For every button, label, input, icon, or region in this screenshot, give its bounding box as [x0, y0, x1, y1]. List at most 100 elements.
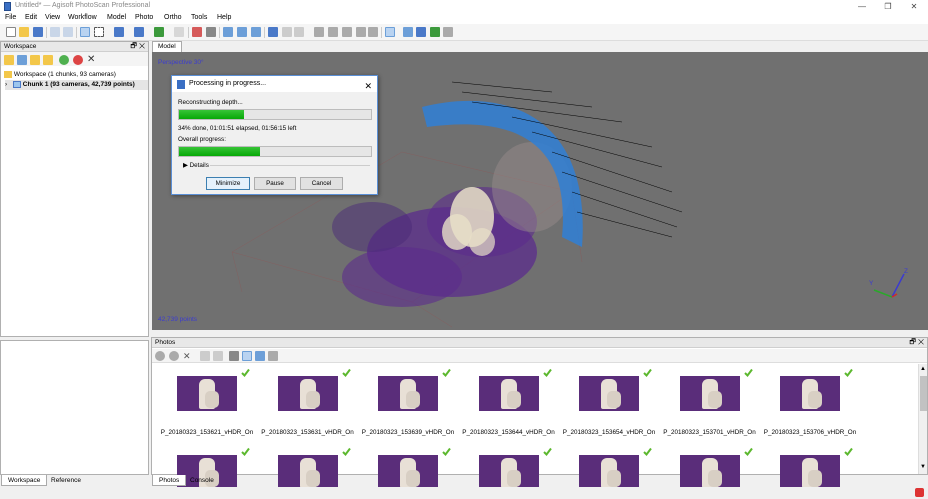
workspace-root-item[interactable]: Workspace (1 chunks, 93 cameras) [4, 70, 116, 80]
filter-by-markers-icon[interactable] [255, 351, 265, 361]
show-region-icon[interactable] [416, 27, 426, 37]
panel-float-close-icon[interactable]: 🗗 ✕ [909, 338, 924, 348]
dense-cloud-icon[interactable] [282, 27, 292, 37]
chunk-icon [12, 80, 21, 88]
axis-z-label: Z [904, 268, 908, 275]
add-photos-icon[interactable] [17, 55, 27, 65]
photo-thumbnail[interactable] [378, 455, 438, 490]
open-folder-icon[interactable] [19, 27, 29, 37]
minimize-window-button[interactable]: — [848, 0, 876, 13]
tab-photos[interactable]: Photos [152, 475, 187, 486]
save-icon[interactable] [33, 27, 43, 37]
textured-model-icon[interactable] [342, 27, 352, 37]
disable-icon[interactable] [73, 55, 83, 65]
zoom-in-icon[interactable] [223, 27, 233, 37]
navigation-icon[interactable] [80, 27, 90, 37]
menu-ortho[interactable]: Ortho [164, 14, 182, 21]
minimize-button[interactable]: Minimize [206, 177, 250, 190]
photo-label: P_20180323_153654_vHDR_On [562, 429, 656, 436]
add-folder-icon[interactable] [30, 55, 40, 65]
overall-progress-fill [179, 147, 260, 156]
photo-thumbnail[interactable] [679, 455, 740, 490]
photo-thumbnail[interactable] [780, 455, 840, 490]
notification-icon[interactable] [915, 488, 924, 497]
menu-file[interactable]: File [5, 14, 16, 21]
close-icon[interactable]: ✕ [364, 78, 372, 94]
menu-model[interactable]: Model [107, 14, 126, 21]
photo-thumbnail[interactable] [679, 376, 740, 411]
remove-icon[interactable]: ✕ [87, 55, 97, 65]
point-cloud-icon[interactable] [268, 27, 278, 37]
scroll-thumb[interactable] [920, 376, 927, 411]
view-mode-icon[interactable] [268, 351, 278, 361]
photo-thumbnail[interactable] [378, 376, 438, 411]
new-file-icon[interactable] [6, 27, 16, 37]
tab-model[interactable]: Model [152, 41, 182, 52]
workspace-panel-title: Workspace [4, 43, 37, 50]
aligned-check-icon [542, 447, 552, 457]
zoom-out-icon[interactable] [237, 27, 247, 37]
rotate-right-icon[interactable] [213, 351, 223, 361]
photo-thumbnail[interactable] [579, 376, 639, 411]
tab-reference[interactable]: Reference [45, 475, 87, 486]
menu-view[interactable]: View [45, 14, 60, 21]
crop-selection-icon[interactable] [206, 27, 216, 37]
add-chunk-icon[interactable] [4, 55, 14, 65]
details-toggle[interactable]: ▶ Details [183, 162, 209, 169]
expand-arrow-icon[interactable]: › [5, 81, 7, 88]
eraser-icon[interactable] [174, 27, 184, 37]
reset-view-icon[interactable] [251, 27, 261, 37]
redo-icon[interactable] [63, 27, 73, 37]
menu-help[interactable]: Help [217, 14, 231, 21]
rotate-object-icon[interactable] [134, 27, 144, 37]
chunk-item[interactable]: › Chunk 1 (93 cameras, 42,739 points) [5, 80, 148, 90]
show-info-icon[interactable] [443, 27, 453, 37]
rotate-left-icon[interactable] [200, 351, 210, 361]
cancel-button[interactable]: Cancel [300, 177, 343, 190]
tiled-model-icon[interactable] [356, 27, 366, 37]
close-window-button[interactable]: ✕ [900, 0, 928, 13]
disable-icon[interactable] [169, 351, 179, 361]
aligned-check-icon [442, 368, 451, 378]
import-icon[interactable] [43, 55, 53, 65]
tab-workspace[interactable]: Workspace [1, 475, 48, 486]
pause-button[interactable]: Pause [254, 177, 296, 190]
show-cameras-icon[interactable] [385, 27, 395, 37]
reset-filter-icon[interactable] [229, 351, 239, 361]
filter-by-selection-icon[interactable] [242, 351, 252, 361]
dem-icon[interactable] [368, 27, 378, 37]
remove-icon[interactable]: ✕ [183, 351, 193, 361]
undo-icon[interactable] [50, 27, 60, 37]
photo-thumbnail[interactable] [478, 376, 539, 411]
menu-workflow[interactable]: Workflow [68, 14, 97, 21]
photo-thumbnail[interactable] [478, 455, 539, 490]
ruler-icon[interactable] [154, 27, 164, 37]
show-markers-icon[interactable] [403, 27, 413, 37]
menu-photo[interactable]: Photo [135, 14, 153, 21]
scroll-up-icon[interactable]: ▲ [920, 366, 926, 372]
solid-model-icon[interactable] [314, 27, 324, 37]
wireframe-model-icon[interactable] [328, 27, 338, 37]
menu-edit[interactable]: Edit [25, 14, 37, 21]
delete-selection-icon[interactable] [192, 27, 202, 37]
enable-icon[interactable] [155, 351, 165, 361]
menu-tools[interactable]: Tools [191, 14, 207, 21]
move-object-icon[interactable] [114, 27, 124, 37]
scroll-down-icon[interactable]: ▼ [920, 464, 926, 470]
photo-thumbnail[interactable] [780, 376, 840, 411]
photo-thumbnail[interactable] [277, 376, 338, 411]
enable-icon[interactable] [59, 55, 69, 65]
shaded-model-icon[interactable] [294, 27, 304, 37]
photo-thumbnail[interactable] [277, 455, 338, 490]
workspace-panel-header: Workspace 🗗 ✕ [1, 42, 148, 52]
rectangle-selection-icon[interactable] [94, 27, 104, 37]
panel-float-close-icon[interactable]: 🗗 ✕ [130, 42, 145, 52]
show-trackball-icon[interactable] [430, 27, 440, 37]
maximize-window-button[interactable]: ❐ [874, 0, 902, 13]
tab-console[interactable]: Console [184, 475, 220, 486]
photo-label: P_20180323_153639_vHDR_On [361, 429, 455, 436]
photos-scrollbar[interactable]: ▲ ▼ [918, 364, 927, 474]
photo-thumbnail[interactable] [579, 455, 639, 490]
axis-y-label: Y [869, 280, 874, 287]
photo-thumbnail[interactable] [177, 376, 237, 411]
